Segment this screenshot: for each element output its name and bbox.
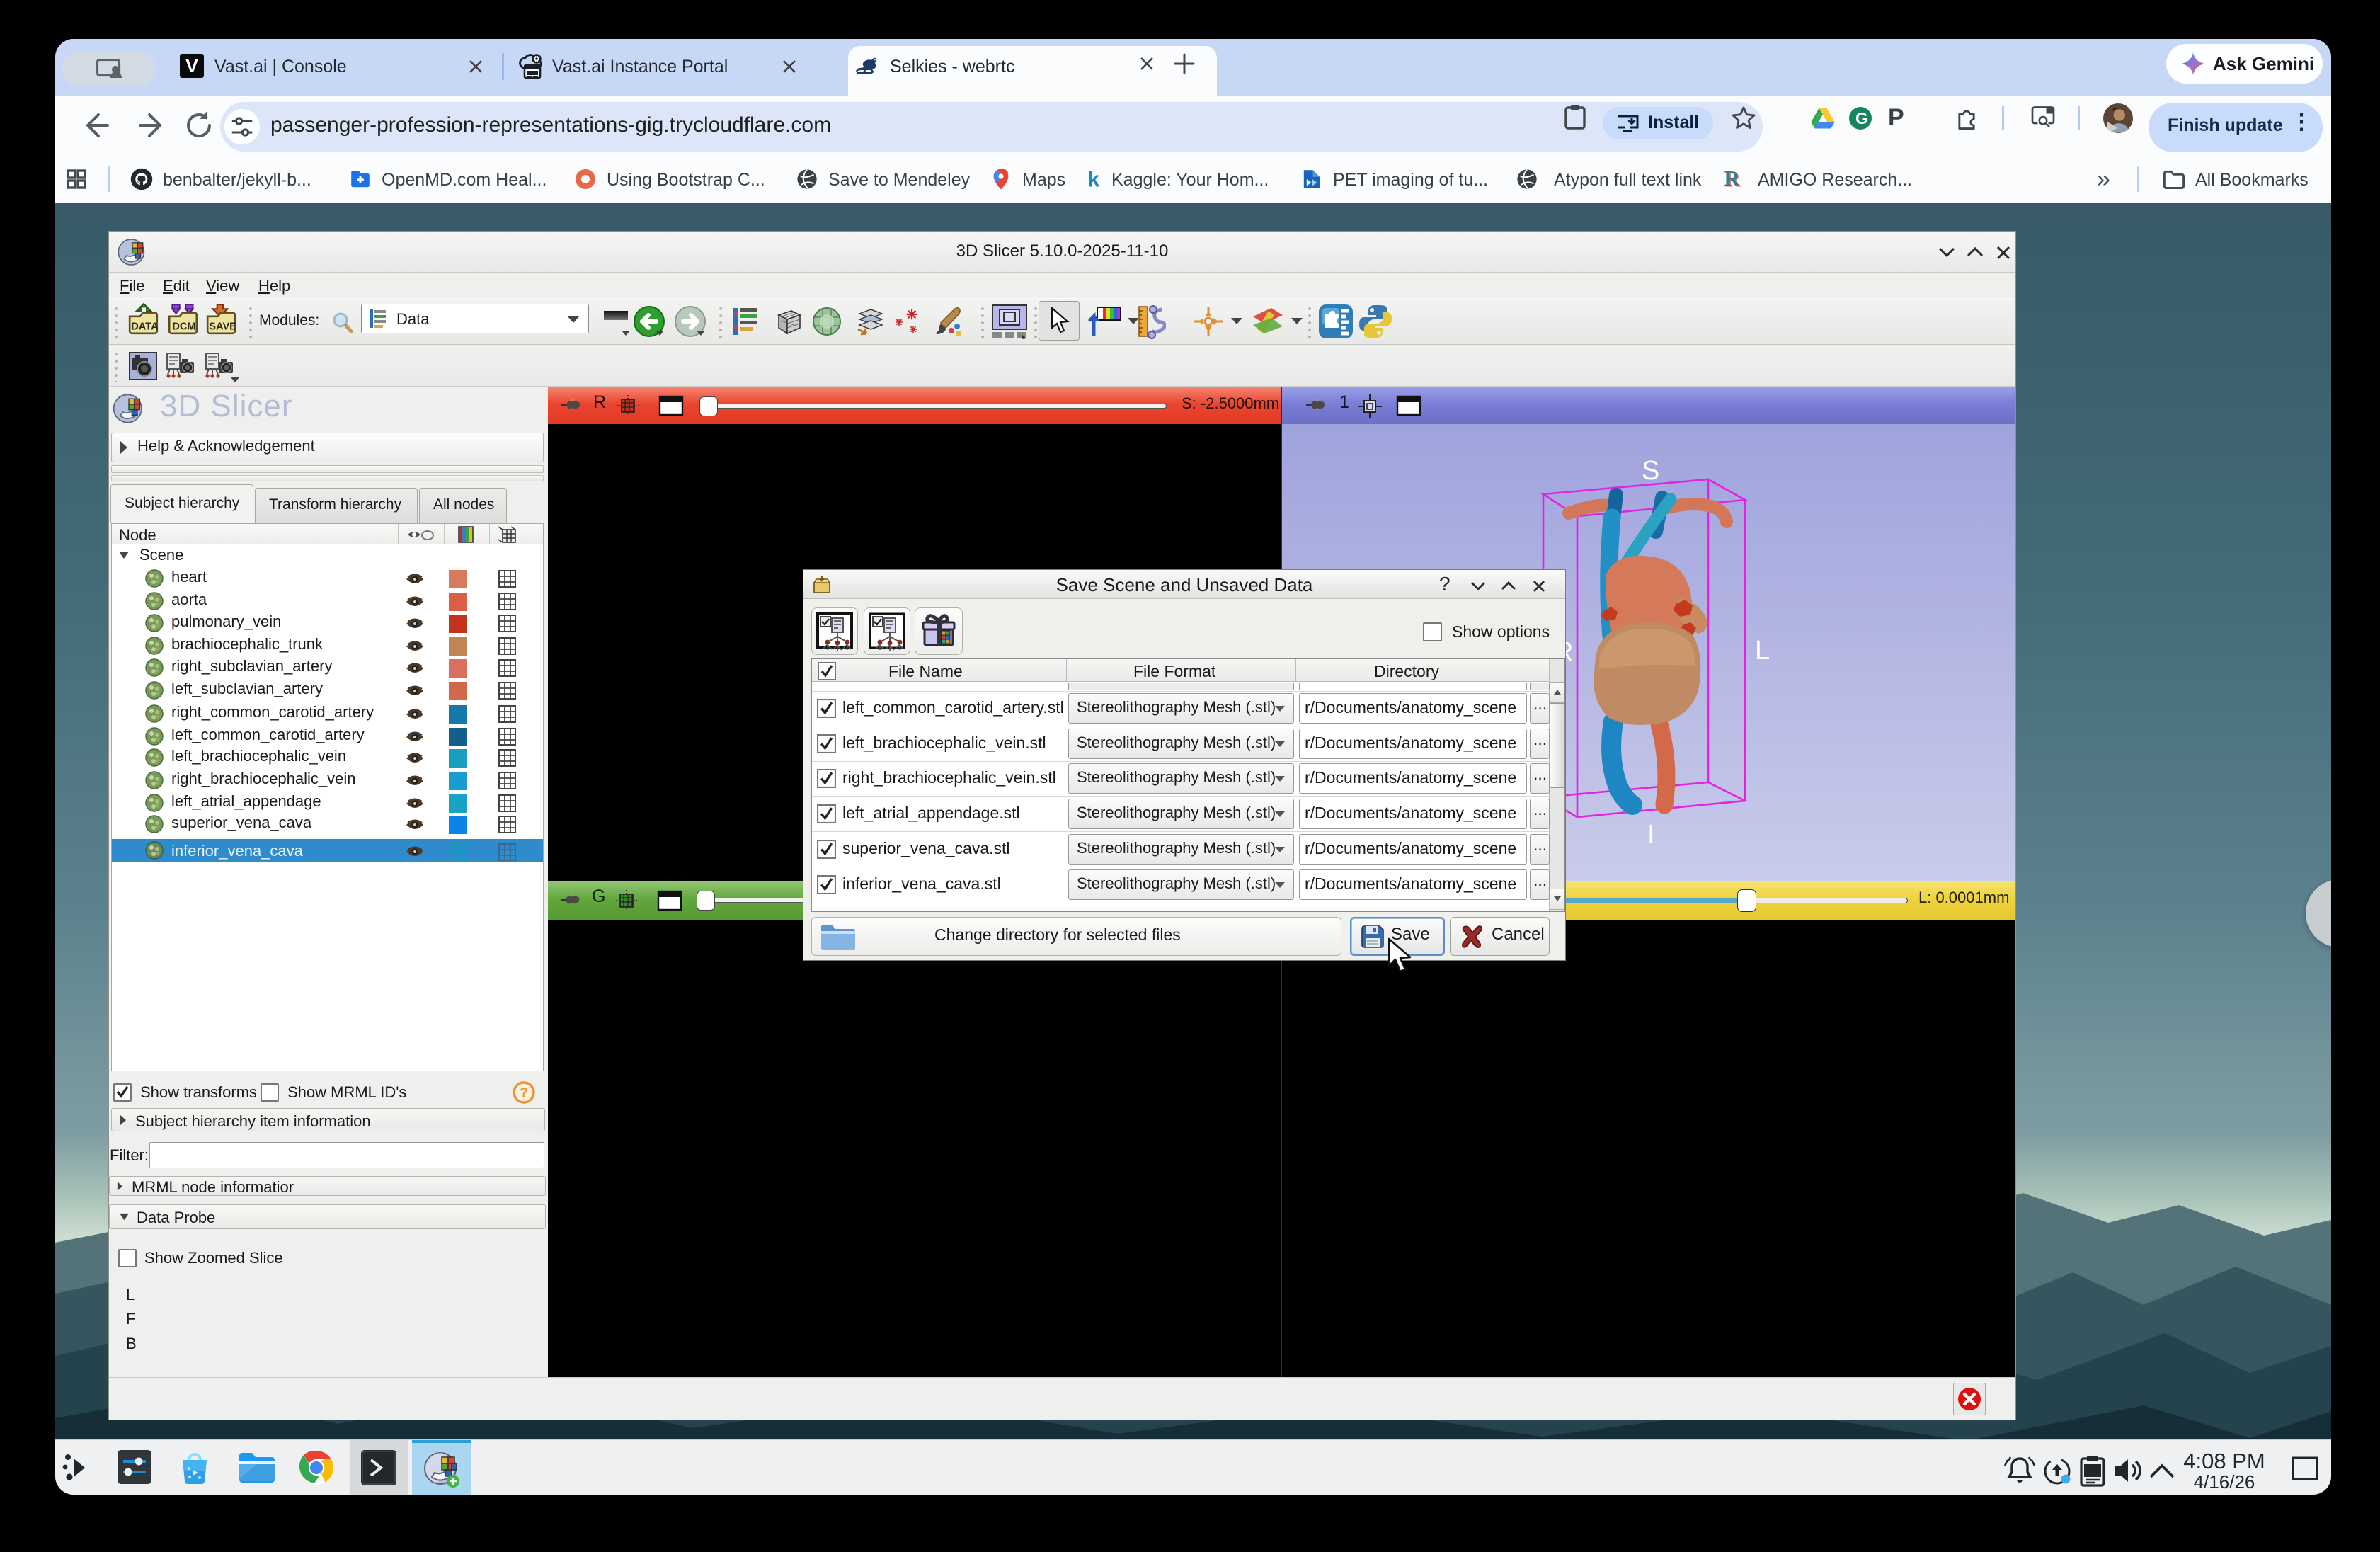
svg-text:S: S: [1642, 456, 1659, 486]
svg-text:DCM: DCM: [172, 321, 195, 333]
svg-text:DATA: DATA: [131, 321, 159, 333]
svg-text:I: I: [1647, 820, 1655, 850]
svg-text:R: R: [1724, 168, 1740, 190]
svg-text:?: ?: [520, 1085, 528, 1101]
svg-text:SAVE: SAVE: [209, 321, 236, 333]
svg-text:k: k: [1087, 168, 1099, 190]
svg-text:L: L: [1755, 636, 1770, 666]
